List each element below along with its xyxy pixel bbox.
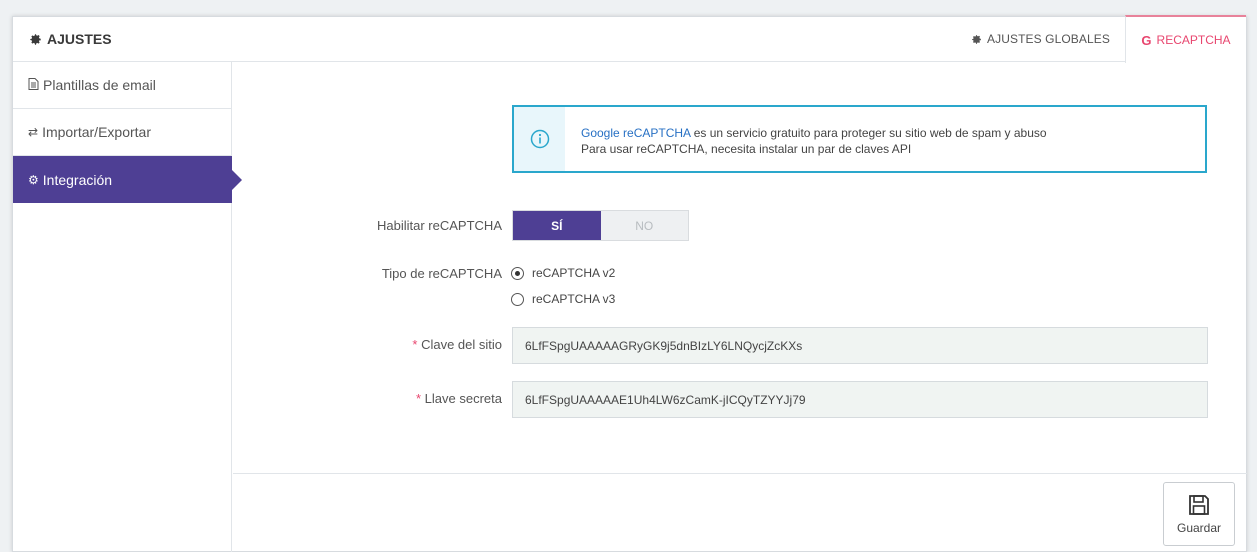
enable-recaptcha-toggle[interactable]: SÍ NO [512,210,689,241]
google-g-icon: G [1141,32,1152,48]
sidebar-item-label: Plantillas de email [43,77,156,93]
save-button[interactable]: Guardar [1163,482,1235,546]
gear-icon [972,34,981,44]
page-title: AJUSTES [29,31,112,47]
document-icon [28,77,39,93]
required-mark: * [415,391,422,406]
sidebar-item-label: Integración [42,171,113,188]
sidebar-item-plantillas-email[interactable]: Plantillas de email [13,62,232,109]
footer-divider [233,473,1247,474]
exchange-icon: ⇄ [28,125,39,139]
info-icon-column [514,107,565,171]
sidebar-item-integracion[interactable]: ⚙ Integración [13,156,242,203]
sidebar-item-label: Importar/Exportar [42,124,151,140]
save-label: Guardar [1176,520,1222,535]
radio-recaptcha-v3[interactable]: reCAPTCHA v3 [511,292,615,306]
site-key-field[interactable]: 6LfFSpgUAAAAAGRyGK9j5dnBIzLY6LNQycjZcKXs [512,327,1208,364]
info-icon [530,129,549,149]
gears-icon: ⚙ [28,172,39,187]
gear-icon [30,33,41,45]
site-key-label: * Clave del sitio [412,337,502,352]
sidebar-item-importar-exportar[interactable]: ⇄ Importar/Exportar [13,109,232,156]
required-mark: * [412,337,418,352]
toggle-yes[interactable]: SÍ [513,211,601,240]
radio-button[interactable] [511,266,524,280]
tab-ajustes-globales[interactable]: AJUSTES GLOBALES [971,17,1110,61]
secret-key-field[interactable]: 6LfFSpgUAAAAAE1Uh4LW6zCamK-jICQyTZYYJj79 [512,381,1208,418]
radio-label: reCAPTCHA v2 [532,266,616,280]
secret-key-label: * Llave secreta [415,391,502,406]
google-recaptcha-link[interactable]: Google reCAPTCHA [581,126,690,140]
tab-label: AJUSTES GLOBALES [987,32,1110,46]
radio-recaptcha-v2[interactable]: reCAPTCHA v2 [511,266,615,280]
info-alert: Google reCAPTCHA es un servicio gratuito… [512,105,1207,173]
radio-label: reCAPTCHA v3 [532,292,616,306]
panel-header: AJUSTES AJUSTES GLOBALES G RECAPTCHA [13,15,1246,63]
page-title-text: AJUSTES [47,31,112,47]
radio-button[interactable] [511,292,524,306]
enable-recaptcha-label: Habilitar reCAPTCHA [377,218,502,233]
recaptcha-type-label: Tipo de reCAPTCHA [381,266,502,281]
info-line-1: Google reCAPTCHA es un servicio gratuito… [581,126,1047,140]
sidebar: Plantillas de email ⇄ Importar/Exportar … [13,62,242,552]
toggle-no[interactable]: NO [601,211,689,240]
settings-panel: AJUSTES AJUSTES GLOBALES G RECAPTCHA Pla… [12,15,1247,552]
floppy-disk-icon [1189,494,1209,515]
tab-recaptcha[interactable]: G RECAPTCHA [1125,15,1246,63]
info-text: Google reCAPTCHA es un servicio gratuito… [581,125,1047,157]
tab-label: RECAPTCHA [1156,33,1231,47]
info-line-2: Para usar reCAPTCHA, necesita instalar u… [581,142,912,156]
